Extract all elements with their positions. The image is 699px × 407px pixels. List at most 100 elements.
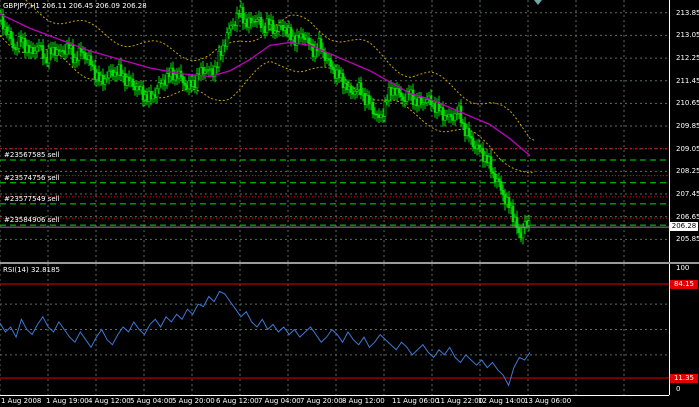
time-tick: 7 Aug 20:00 [300,397,343,405]
time-tick: 5 Aug 04:00 [130,397,173,405]
candle [129,74,133,88]
time-tick: 12 Aug 14:00 [478,397,526,405]
candle [13,43,17,55]
price-tick: 205.85 [676,235,699,244]
candle [109,64,113,78]
candle [137,81,141,95]
candle [493,166,497,187]
order-label[interactable]: #23567585 sell [4,151,60,159]
candle [71,39,75,67]
candle [131,72,135,91]
rsi-upper-level-label: 84.15 [670,280,698,289]
candle [221,39,225,63]
current-price-label: 206.28 [670,222,698,231]
candle [247,11,251,34]
candle [249,12,253,30]
candle [259,13,263,33]
candle [91,60,95,71]
candle [79,42,83,57]
candle [107,65,111,85]
candle [35,42,39,58]
candle [481,141,485,168]
time-axis-line [0,395,669,396]
candle [211,64,215,81]
candle [217,44,221,73]
candle [201,60,205,81]
candle [307,32,311,51]
candle [17,32,21,54]
chart-shift-marker-icon[interactable] [534,0,542,5]
candle [75,51,79,68]
price-tick: 210.65 [676,99,699,108]
candle [161,73,165,90]
candle [157,76,161,94]
candle [241,2,245,30]
candle [141,80,145,107]
candle [67,37,71,55]
rsi-indicator-pane[interactable] [0,264,669,395]
order-label[interactable]: #23584906 sell [4,216,60,224]
candle [1,8,5,36]
candle [271,15,275,38]
candle [97,65,101,87]
price-tick: 212.25 [676,54,699,63]
rsi-axis-min: 0 [676,385,681,393]
candle [167,67,171,84]
candle [209,62,213,77]
candle [153,87,157,103]
candle [147,87,151,108]
candle [11,31,15,52]
price-tick: 208.25 [676,167,699,176]
candle [205,63,209,75]
candle [213,60,217,83]
candle [223,39,227,53]
candle [301,28,305,45]
candle [73,53,77,69]
candle [233,20,237,31]
candle [453,108,457,126]
candle [181,72,185,90]
order-label[interactable]: #23574756 sell [4,174,60,182]
pane-separator[interactable] [0,262,699,264]
candle [127,70,131,88]
candle [41,38,45,66]
candle [125,73,129,90]
candle [511,199,515,227]
candle [87,50,91,67]
candle [7,24,11,41]
candle [489,149,493,179]
candle [229,20,233,36]
candle [9,27,13,46]
candle [329,53,333,74]
candle [31,42,35,58]
symbol-label: GBPJPY,H1 [3,2,40,10]
candle [245,14,249,31]
candle [507,191,511,214]
candle [527,214,531,232]
candle [449,109,453,124]
time-tick: 11 Aug 22:00 [436,397,484,405]
price-chart[interactable] [0,0,669,262]
price-tick: 206.65 [676,212,699,221]
candle [123,66,127,92]
candle [187,73,191,96]
candle [225,27,229,50]
candle [155,84,159,104]
candle [179,64,183,82]
time-tick: 11 Aug 06:00 [392,397,440,405]
price-tick: 209.05 [676,144,699,153]
price-tick: 213.05 [676,31,699,40]
ohlc-values: 206.11 206.45 206.09 206.28 [42,2,147,10]
order-label[interactable]: #23577549 sell [4,195,60,203]
time-tick: 8 Aug 12:00 [342,397,385,405]
candle [5,22,9,39]
candle [207,65,211,77]
time-tick: 1 Aug 2008 [1,397,42,405]
candle [251,15,255,28]
time-tick: 5 Aug 20:00 [172,397,215,405]
time-tick: 13 Aug 06:00 [524,397,572,405]
rsi-axis-max: 100 [676,264,690,272]
candle [149,84,153,106]
rsi-lower-level-label: 11.35 [670,374,698,383]
price-tick: 213.85 [676,8,699,17]
